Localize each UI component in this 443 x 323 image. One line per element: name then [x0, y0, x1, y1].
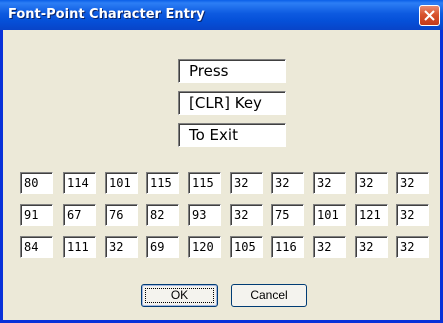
- code-cell-r1-c7[interactable]: 32: [271, 172, 304, 194]
- code-cell-r2-c6[interactable]: 32: [230, 204, 263, 226]
- code-cell-r1-c2[interactable]: 114: [63, 172, 96, 194]
- code-cell-r2-c4[interactable]: 82: [146, 204, 179, 226]
- code-cell-r2-c9[interactable]: 121: [355, 204, 388, 226]
- dialog-window: Font-Point Character Entry Press [CLR] Ke…: [0, 0, 443, 323]
- code-cell-r3-c9[interactable]: 32: [355, 236, 388, 258]
- code-cell-r1-c9[interactable]: 32: [355, 172, 388, 194]
- prompt-line-2: [CLR] Key: [178, 91, 286, 115]
- prompt-line-1: Press: [178, 59, 286, 83]
- code-cell-r3-c10[interactable]: 32: [396, 236, 429, 258]
- title-bar[interactable]: Font-Point Character Entry: [0, 0, 443, 30]
- cancel-button-label: Cancel: [250, 288, 288, 302]
- code-cell-r2-c10[interactable]: 32: [396, 204, 429, 226]
- code-cell-r1-c5[interactable]: 115: [188, 172, 221, 194]
- code-cell-r3-c3[interactable]: 32: [105, 236, 138, 258]
- cancel-button[interactable]: Cancel: [231, 284, 307, 307]
- code-cell-r2-c7[interactable]: 75: [271, 204, 304, 226]
- code-cell-r3-c5[interactable]: 120: [188, 236, 221, 258]
- close-button[interactable]: [419, 5, 440, 26]
- code-cell-r2-c5[interactable]: 93: [188, 204, 221, 226]
- window-title: Font-Point Character Entry: [8, 7, 205, 22]
- code-cell-r2-c8[interactable]: 101: [313, 204, 346, 226]
- code-cell-r1-c6[interactable]: 32: [230, 172, 263, 194]
- code-cell-r3-c7[interactable]: 116: [271, 236, 304, 258]
- close-icon: [424, 10, 435, 21]
- code-cell-r1-c3[interactable]: 101: [105, 172, 138, 194]
- prompt-line-3: To Exit: [178, 123, 286, 147]
- code-cell-r1-c4[interactable]: 115: [146, 172, 179, 194]
- code-cell-r2-c2[interactable]: 67: [63, 204, 96, 226]
- focus-rectangle: [145, 288, 214, 303]
- code-cell-r2-c1[interactable]: 91: [20, 204, 53, 226]
- code-cell-r3-c6[interactable]: 105: [230, 236, 263, 258]
- code-cell-r3-c4[interactable]: 69: [146, 236, 179, 258]
- code-cell-r1-c10[interactable]: 32: [396, 172, 429, 194]
- code-cell-r1-c8[interactable]: 32: [313, 172, 346, 194]
- code-cell-r1-c1[interactable]: 80: [20, 172, 53, 194]
- code-cell-r3-c2[interactable]: 111: [63, 236, 96, 258]
- code-cell-r2-c3[interactable]: 76: [105, 204, 138, 226]
- code-cell-r3-c8[interactable]: 32: [313, 236, 346, 258]
- ok-button[interactable]: OK: [141, 284, 218, 307]
- code-cell-r3-c1[interactable]: 84: [20, 236, 53, 258]
